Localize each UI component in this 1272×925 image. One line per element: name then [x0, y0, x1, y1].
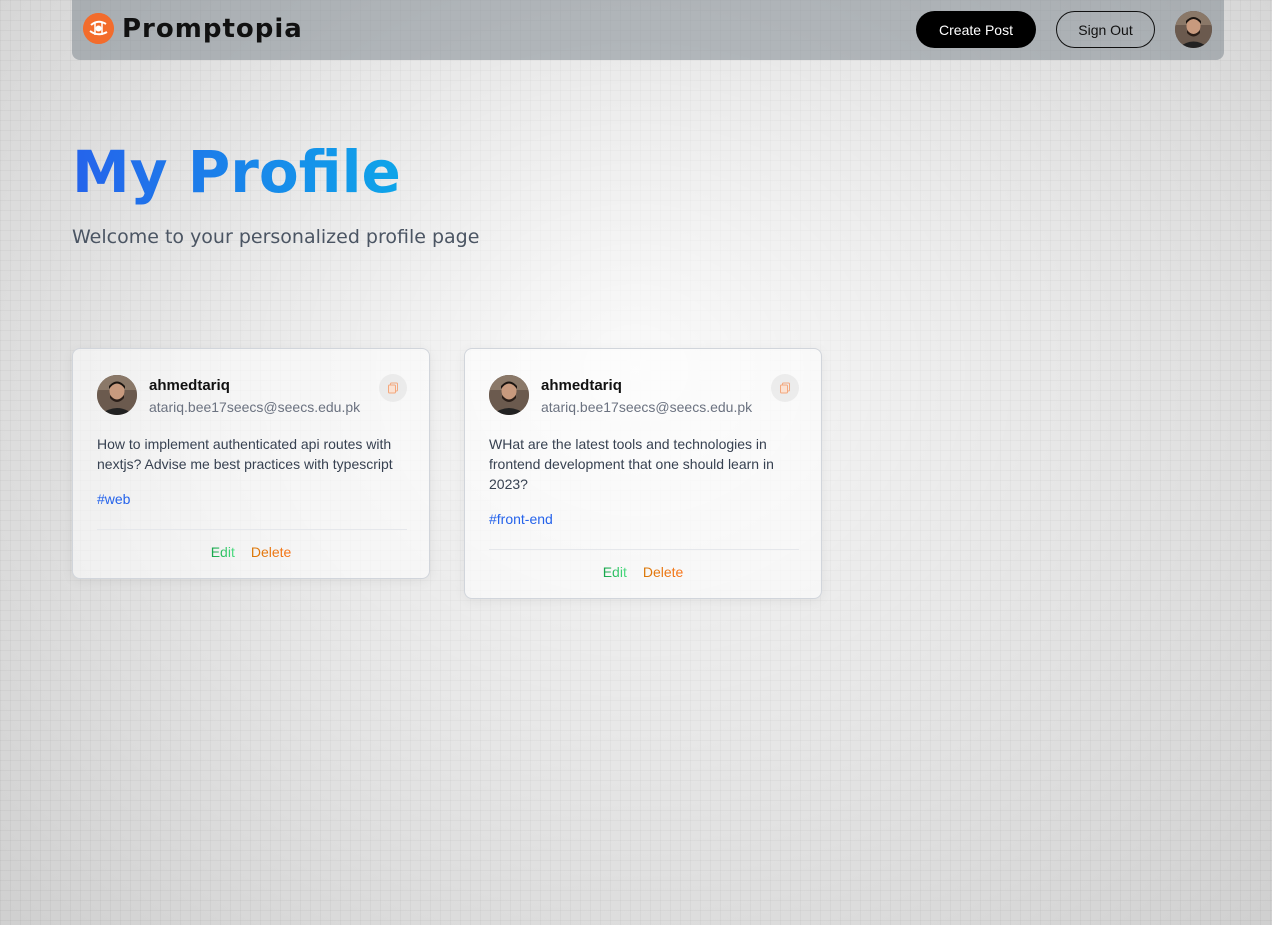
copy-icon[interactable] — [771, 374, 799, 402]
navbar: Promptopia Create Post Sign Out — [72, 0, 1224, 60]
user-avatar[interactable] — [97, 375, 137, 415]
post-username[interactable]: ahmedtariq — [541, 377, 622, 394]
post-email: atariq.bee17seecs@seecs.edu.pk — [541, 399, 753, 415]
sign-out-button[interactable]: Sign Out — [1056, 11, 1155, 48]
post-tag[interactable]: #front-end — [489, 511, 553, 527]
post-tag[interactable]: #web — [97, 491, 130, 507]
page-subtitle: Welcome to your personalized profile pag… — [72, 226, 480, 248]
card-actions: Edit Delete — [465, 564, 821, 580]
brand-link[interactable]: Promptopia — [83, 13, 303, 44]
prompt-card: ahmedtariq atariq.bee17seecs@seecs.edu.p… — [464, 348, 822, 599]
prompt-card: ahmedtariq atariq.bee17seecs@seecs.edu.p… — [72, 348, 430, 579]
brand-name: Promptopia — [122, 13, 303, 44]
edit-button[interactable]: Edit — [603, 564, 627, 580]
post-prompt: WHat are the latest tools and technologi… — [489, 436, 774, 492]
delete-button[interactable]: Delete — [251, 544, 291, 560]
edit-button[interactable]: Edit — [211, 544, 235, 560]
post-username[interactable]: ahmedtariq — [149, 377, 230, 394]
post-prompt: How to implement authenticated api route… — [97, 436, 393, 472]
copy-icon[interactable] — [379, 374, 407, 402]
delete-button[interactable]: Delete — [643, 564, 683, 580]
card-divider — [97, 529, 407, 530]
card-divider — [489, 549, 799, 550]
card-actions: Edit Delete — [73, 544, 429, 560]
promptopia-logo-icon — [83, 13, 114, 44]
page-title: My Profile — [72, 138, 401, 206]
user-avatar[interactable] — [1175, 11, 1212, 48]
user-avatar[interactable] — [489, 375, 529, 415]
post-email: atariq.bee17seecs@seecs.edu.pk — [149, 399, 361, 415]
create-post-button[interactable]: Create Post — [916, 11, 1036, 48]
